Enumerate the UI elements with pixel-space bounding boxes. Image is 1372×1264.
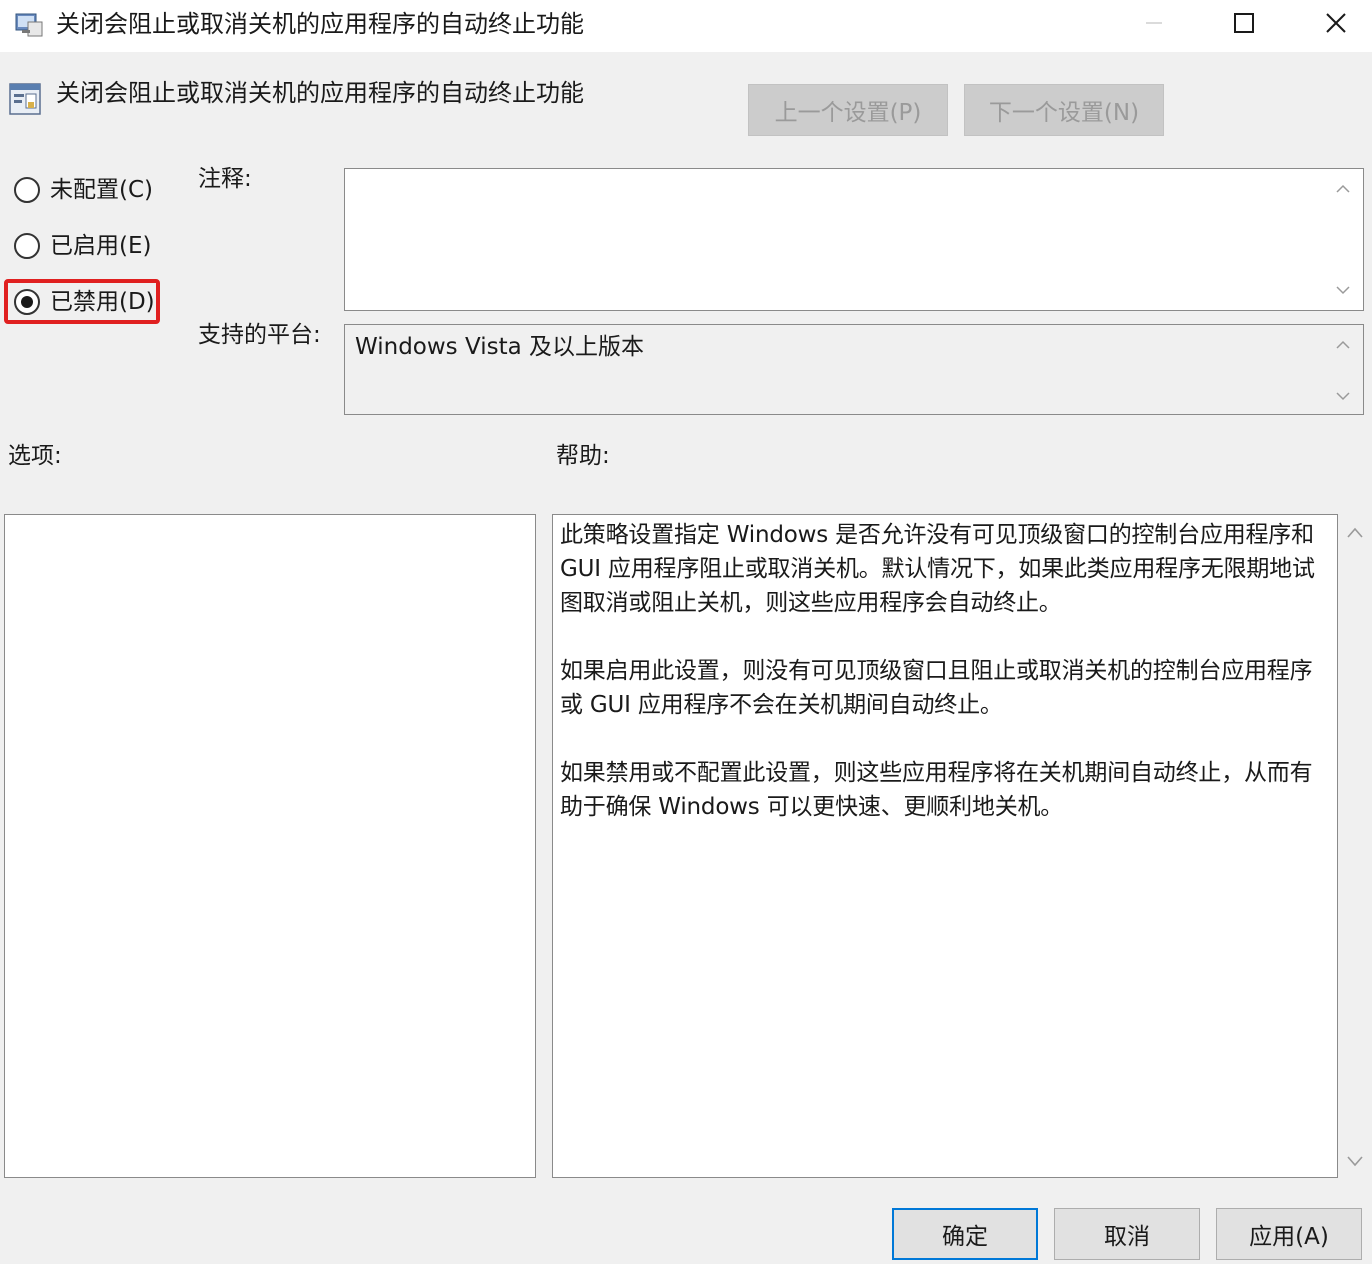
scroll-up-icon[interactable] bbox=[1333, 179, 1353, 199]
radio-circle[interactable] bbox=[14, 177, 40, 203]
minimize-button[interactable] bbox=[1108, 0, 1200, 46]
comment-label: 注释: bbox=[198, 166, 252, 192]
radio-not-configured[interactable]: 未配置(C) bbox=[14, 170, 153, 210]
help-paragraph: 如果禁用或不配置此设置，则这些应用程序将在关机期间自动终止，从而有助于确保 Wi… bbox=[560, 760, 1313, 820]
title-bar: 关闭会阻止或取消关机的应用程序的自动终止功能 bbox=[0, 0, 1372, 52]
scroll-down-icon[interactable] bbox=[1333, 280, 1353, 300]
options-panel bbox=[4, 514, 536, 1178]
platform-value: Windows Vista 及以上版本 bbox=[355, 334, 645, 360]
radio-label: 已启用(E) bbox=[50, 233, 152, 259]
policy-setting-icon bbox=[9, 83, 41, 115]
help-paragraph: 此策略设置指定 Windows 是否允许没有可见顶级窗口的控制台应用程序和 GU… bbox=[560, 522, 1315, 616]
help-panel: 此策略设置指定 Windows 是否允许没有可见顶级窗口的控制台应用程序和 GU… bbox=[552, 514, 1338, 1178]
ok-button[interactable]: 确定 bbox=[892, 1208, 1038, 1260]
radio-disabled[interactable]: 已禁用(D) bbox=[14, 282, 155, 322]
help-label: 帮助: bbox=[556, 443, 610, 469]
close-button[interactable] bbox=[1290, 0, 1372, 46]
radio-circle[interactable] bbox=[14, 233, 40, 259]
minimize-icon bbox=[1146, 22, 1162, 24]
help-paragraph: 如果启用此设置，则没有可见顶级窗口且阻止或取消关机的控制台应用程序或 GUI 应… bbox=[560, 658, 1313, 718]
previous-setting-button[interactable]: 上一个设置(P) bbox=[748, 84, 948, 136]
group-policy-icon bbox=[15, 13, 43, 37]
close-icon bbox=[1326, 13, 1346, 33]
maximize-button[interactable] bbox=[1198, 0, 1290, 46]
radio-label: 已禁用(D) bbox=[50, 289, 155, 315]
comment-textarea[interactable] bbox=[344, 168, 1364, 311]
radio-label: 未配置(C) bbox=[50, 177, 154, 203]
radio-circle[interactable] bbox=[14, 289, 40, 315]
policy-title: 关闭会阻止或取消关机的应用程序的自动终止功能 bbox=[56, 79, 584, 107]
scroll-down-icon[interactable] bbox=[1344, 1150, 1366, 1172]
platform-label: 支持的平台: bbox=[198, 322, 321, 348]
radio-enabled[interactable]: 已启用(E) bbox=[14, 226, 151, 266]
options-label: 选项: bbox=[8, 443, 62, 469]
scroll-up-icon[interactable] bbox=[1333, 335, 1353, 355]
next-setting-button[interactable]: 下一个设置(N) bbox=[964, 84, 1164, 136]
maximize-icon bbox=[1234, 13, 1254, 33]
platform-field: Windows Vista 及以上版本 bbox=[344, 324, 1364, 415]
cancel-button[interactable]: 取消 bbox=[1054, 1208, 1200, 1260]
apply-button[interactable]: 应用(A) bbox=[1216, 1208, 1362, 1260]
window-title: 关闭会阻止或取消关机的应用程序的自动终止功能 bbox=[56, 10, 584, 38]
scroll-up-icon[interactable] bbox=[1344, 522, 1366, 544]
scroll-down-icon[interactable] bbox=[1333, 386, 1353, 406]
